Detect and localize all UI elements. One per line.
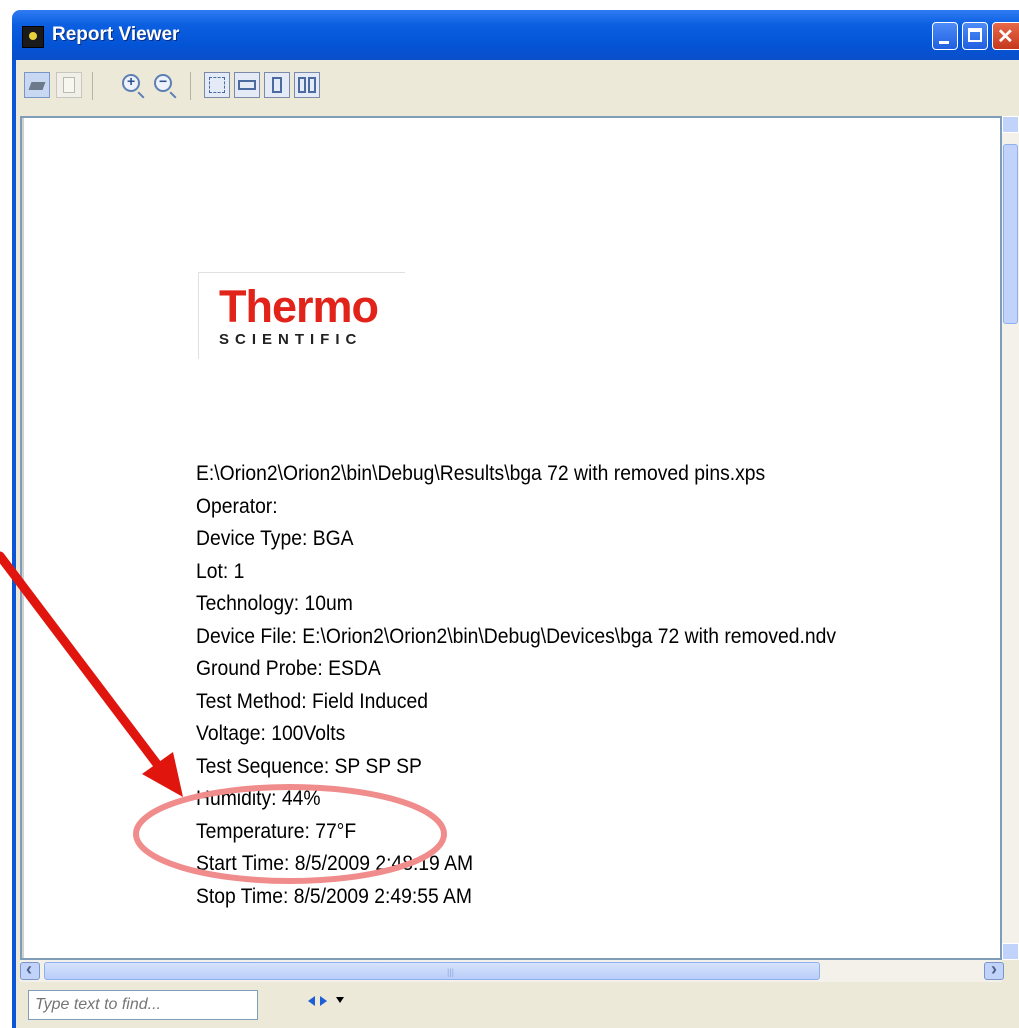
grip-icon: ||| [447, 967, 455, 977]
report-humidity: Humidity: 44% [196, 787, 321, 810]
title-bar[interactable]: Report Viewer [12, 10, 1019, 60]
app-icon [22, 26, 44, 48]
zoom-out-icon[interactable] [154, 73, 172, 92]
horizontal-scroll-thumb[interactable]: ||| [44, 962, 820, 980]
find-bar [20, 986, 1019, 1028]
report-temperature: Temperature: 77°F [196, 819, 357, 843]
vertical-scrollbar[interactable] [1002, 116, 1019, 960]
toolbar [16, 62, 1019, 110]
copy-icon[interactable] [56, 72, 82, 98]
report-stop-time: Stop Time: 8/5/2009 2:49:55 AM [196, 884, 473, 908]
full-page-icon[interactable] [204, 72, 230, 98]
find-input[interactable] [28, 990, 258, 1020]
toolbar-separator [190, 72, 191, 100]
window-title: Report Viewer [52, 24, 180, 45]
report-operator: Operator: [196, 494, 278, 518]
report-device-file: Device File: E:\Orion2\Orion2\bin\Debug\… [196, 624, 837, 648]
logo-main-text: Thermo [219, 281, 379, 332]
find-previous-icon[interactable] [308, 996, 315, 1006]
page-edge [22, 118, 24, 958]
report-test-method: Test Method: Field Induced [196, 689, 428, 713]
scroll-up-icon[interactable] [1002, 116, 1019, 133]
vertical-scroll-thumb[interactable] [1003, 144, 1018, 324]
scroll-right-icon[interactable] [984, 959, 1004, 980]
report-file-path: E:\Orion2\Orion2\bin\Debug\Results\bga 7… [196, 462, 766, 485]
scroll-down-icon[interactable] [1002, 943, 1019, 960]
logo-sub-text: SCIENTIFIC [219, 331, 363, 348]
minimize-button[interactable] [932, 22, 958, 50]
report-ground-probe: Ground Probe: ESDA [196, 657, 381, 680]
report-lot: Lot: 1 [196, 559, 245, 583]
zoom-in-icon[interactable] [122, 73, 140, 92]
report-test-sequence: Test Sequence: SP SP SP [196, 754, 422, 778]
report-voltage: Voltage: 100Volts [196, 722, 346, 745]
find-next-icon[interactable] [320, 996, 327, 1006]
toolbar-separator [92, 72, 93, 100]
document-viewer[interactable]: Thermo SCIENTIFIC E:\Orion2\Orion2\bin\D… [20, 116, 1002, 960]
scroll-left-icon[interactable] [20, 959, 40, 980]
report-details: E:\Orion2\Orion2\bin\Debug\Results\bga 7… [196, 458, 892, 913]
horizontal-scrollbar[interactable]: ||| [20, 959, 1004, 982]
page-width-icon[interactable] [234, 72, 260, 98]
report-start-time: Start Time: 8/5/2009 2:48:19 AM [196, 852, 474, 875]
one-page-icon[interactable] [264, 72, 290, 98]
two-pages-icon[interactable] [294, 72, 320, 98]
find-options-dropdown-icon[interactable] [336, 997, 344, 1003]
maximize-button[interactable] [962, 22, 988, 50]
close-button[interactable] [992, 22, 1019, 50]
company-logo: Thermo SCIENTIFIC [198, 272, 405, 359]
print-icon[interactable] [24, 72, 50, 98]
report-technology: Technology: 10um [196, 592, 353, 615]
report-device-type: Device Type: BGA [196, 527, 354, 550]
